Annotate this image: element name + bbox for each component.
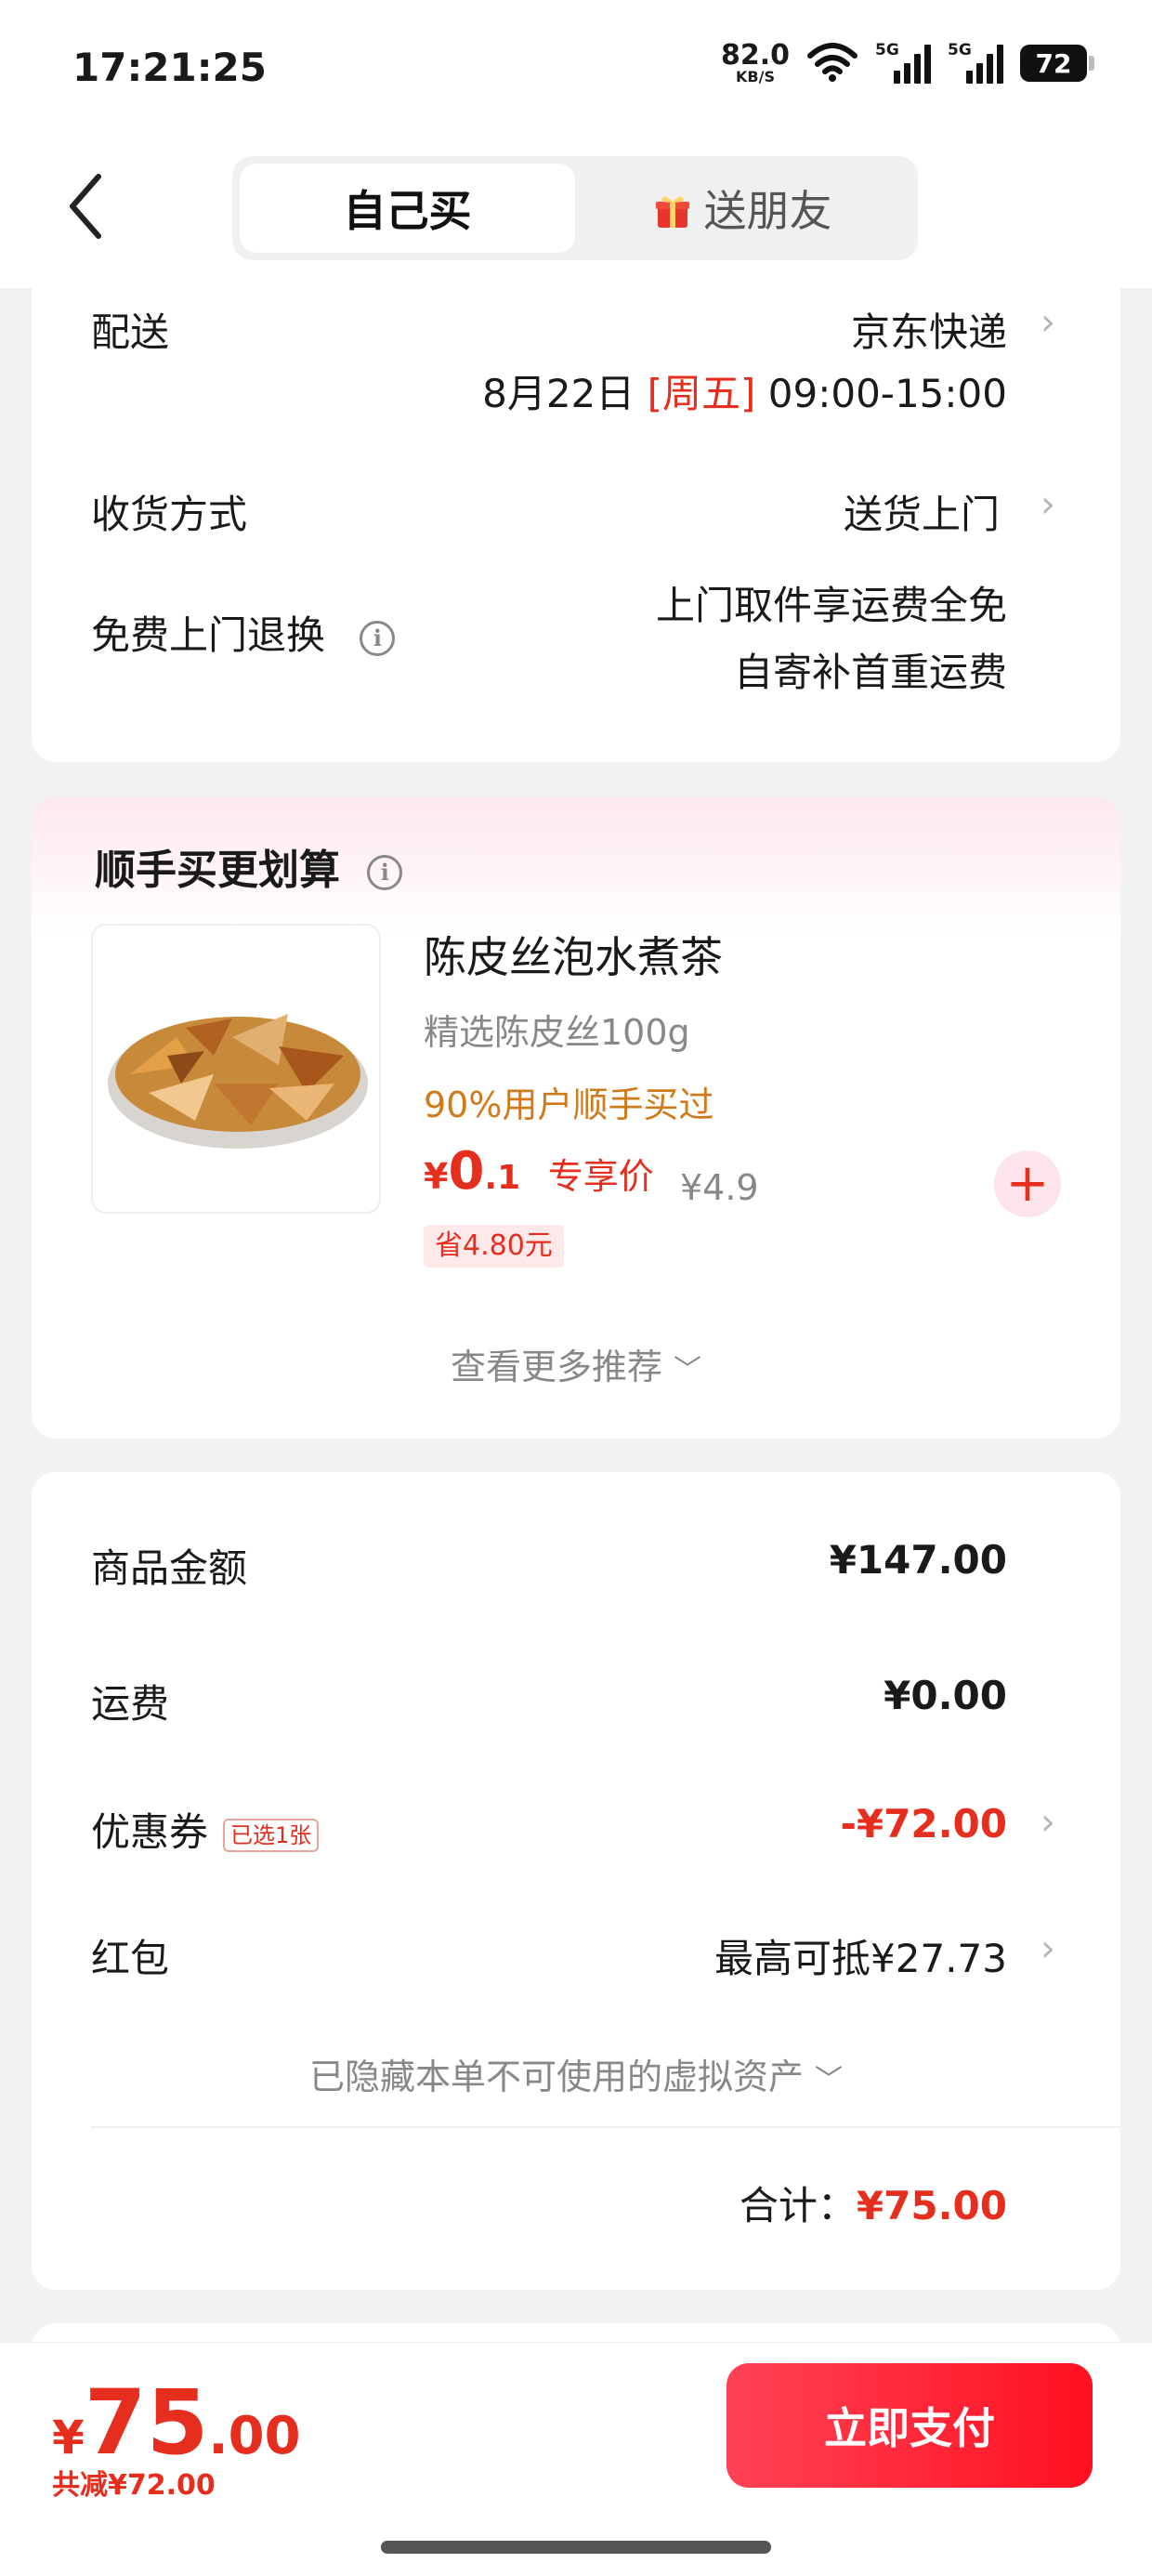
delivery-carrier[interactable]: 京东快递 xyxy=(851,301,1007,358)
pay-now-label: 立即支付 xyxy=(824,2403,995,2453)
coupon-row: 优惠券 已选1张 xyxy=(91,1801,320,1858)
save-badge: 省4.80元 xyxy=(424,1225,564,1268)
chevron-right-icon[interactable]: › xyxy=(1041,1927,1055,1970)
goods-amount-value: ¥147.00 xyxy=(829,1537,1007,1583)
net-speed-value: 82.0 xyxy=(720,39,790,72)
receive-method-value[interactable]: 送货上门 xyxy=(844,483,1000,540)
tab-gift-to-friend[interactable]: 送朋友 xyxy=(575,164,910,253)
price-int: 0 xyxy=(448,1141,485,1202)
price-dec: .1 xyxy=(484,1159,521,1197)
shipping-value: ¥0.00 xyxy=(884,1673,1007,1718)
original-price: ¥4.9 xyxy=(680,1167,759,1208)
pay-now-button[interactable]: 立即支付 xyxy=(727,2363,1093,2488)
delivery-card: 配送 京东快递 › 8月22日 [周五] 09:00-15:00 收货方式 送货… xyxy=(32,288,1120,762)
delivery-time-window: 09:00-15:00 xyxy=(767,371,1007,416)
wifi-icon xyxy=(806,41,858,85)
shipping-label: 运费 xyxy=(91,1681,170,1727)
red-packet-value[interactable]: 最高可抵¥27.73 xyxy=(714,1927,1007,1984)
hidden-assets-label: 已隐藏本单不可使用的虚拟资产 xyxy=(308,2057,804,2097)
net-speed-unit: KB/S xyxy=(736,68,775,85)
battery-level: 72 xyxy=(1035,47,1072,79)
addon-title-text: 顺手买更划算 xyxy=(95,847,340,894)
total-saved: 共减¥72.00 xyxy=(52,2469,216,2502)
receive-method-label: 收货方式 xyxy=(91,492,248,537)
delivery-date: 8月22日 xyxy=(482,371,635,416)
status-time: 17:21:25 xyxy=(72,45,267,90)
payable-dec: .00 xyxy=(208,2406,301,2466)
coupon-selected-tag: 已选1张 xyxy=(223,1818,320,1852)
chevron-down-icon: ﹀ xyxy=(674,1354,702,1387)
back-button[interactable] xyxy=(58,169,113,243)
addon-card: 顺手买更划算 i 陈皮丝泡水煮茶 精选陈皮丝100g 90%用户顺手买过 ¥0.… xyxy=(32,797,1120,1439)
tab-buy-for-self[interactable]: 自己买 xyxy=(240,164,575,253)
top-bar: 17:21:25 82.0 KB/S 5G 5G 72 自己买 送朋友 xyxy=(0,0,1152,288)
chevron-left-icon xyxy=(70,174,101,239)
goods-amount-label: 商品金额 xyxy=(91,1545,248,1591)
home-indicator[interactable] xyxy=(381,2541,771,2554)
plus-icon: + xyxy=(1005,1153,1050,1214)
addon-title: 顺手买更划算 i xyxy=(95,836,403,896)
total-label: 合计： xyxy=(739,2183,857,2228)
signal-icon: 5G xyxy=(875,41,931,84)
price-label: 专享价 xyxy=(547,1156,654,1197)
tab-buy-for-self-label: 自己买 xyxy=(343,186,472,236)
gift-icon xyxy=(654,190,691,228)
info-icon[interactable]: i xyxy=(367,855,403,890)
coupon-value[interactable]: -¥72.00 xyxy=(840,1801,1007,1847)
free-return-row: 免费上门退换 i xyxy=(91,604,396,661)
product-name[interactable]: 陈皮丝泡水煮茶 xyxy=(424,924,723,985)
info-icon[interactable]: i xyxy=(360,620,396,656)
payable-amount: ¥75.00 xyxy=(52,2371,301,2475)
chevron-right-icon[interactable]: › xyxy=(1041,483,1055,526)
delivery-weekday: [周五] xyxy=(647,371,756,416)
signal-label: 5G xyxy=(948,41,972,59)
red-packet-label: 红包 xyxy=(91,1936,170,1981)
battery-icon: 72 xyxy=(1020,45,1094,82)
network-speed: 82.0 KB/S xyxy=(721,42,790,85)
payable-currency: ¥ xyxy=(52,2411,85,2464)
order-total: 合计：¥75.00 xyxy=(740,2175,1007,2231)
product-image[interactable] xyxy=(91,924,381,1214)
product-spec: 精选陈皮丝100g xyxy=(424,1012,690,1053)
dried-tangerine-peel-image xyxy=(108,1014,368,1149)
delivery-label: 配送 xyxy=(91,309,170,355)
chevron-down-icon: ﹀ xyxy=(815,2064,844,2096)
chevron-right-icon[interactable]: › xyxy=(1041,301,1055,344)
hidden-assets-toggle[interactable]: 已隐藏本单不可使用的虚拟资产 ﹀ xyxy=(32,2048,1120,2099)
coupon-label: 优惠券 xyxy=(91,1809,209,1855)
divider xyxy=(91,2126,1120,2128)
free-return-line-1: 上门取件享运费全免 xyxy=(655,583,1007,628)
signal-icon: 5G xyxy=(948,41,1003,84)
tab-gift-to-friend-label: 送朋友 xyxy=(703,186,832,236)
more-recommendations[interactable]: 查看更多推荐 ﹀ xyxy=(32,1338,1120,1389)
price-summary-card: 商品金额 ¥147.00 运费 ¥0.00 优惠券 已选1张 -¥72.00 › … xyxy=(32,1472,1120,2290)
delivery-time[interactable]: 8月22日 [周五] 09:00-15:00 xyxy=(482,362,1007,419)
free-return-label: 免费上门退换 xyxy=(91,612,326,658)
more-recommendations-label: 查看更多推荐 xyxy=(450,1347,662,1387)
status-icons: 82.0 KB/S 5G 5G 72 xyxy=(721,41,1094,85)
product-price: ¥0.1 专享价 xyxy=(424,1141,654,1202)
total-value: ¥75.00 xyxy=(856,2183,1007,2228)
purchase-mode-switch: 自己买 送朋友 xyxy=(232,156,918,260)
price-symbol: ¥ xyxy=(424,1156,449,1197)
signal-label: 5G xyxy=(875,41,899,59)
add-to-order-button[interactable]: + xyxy=(994,1150,1061,1217)
chevron-right-icon[interactable]: › xyxy=(1041,1801,1055,1844)
free-return-line-2: 自寄补首重运费 xyxy=(733,650,1007,695)
free-return-desc: 上门取件享运费全免 自寄补首重运费 xyxy=(656,572,1007,706)
product-hint: 90%用户顺手买过 xyxy=(424,1084,714,1125)
payable-int: 75 xyxy=(84,2371,209,2475)
